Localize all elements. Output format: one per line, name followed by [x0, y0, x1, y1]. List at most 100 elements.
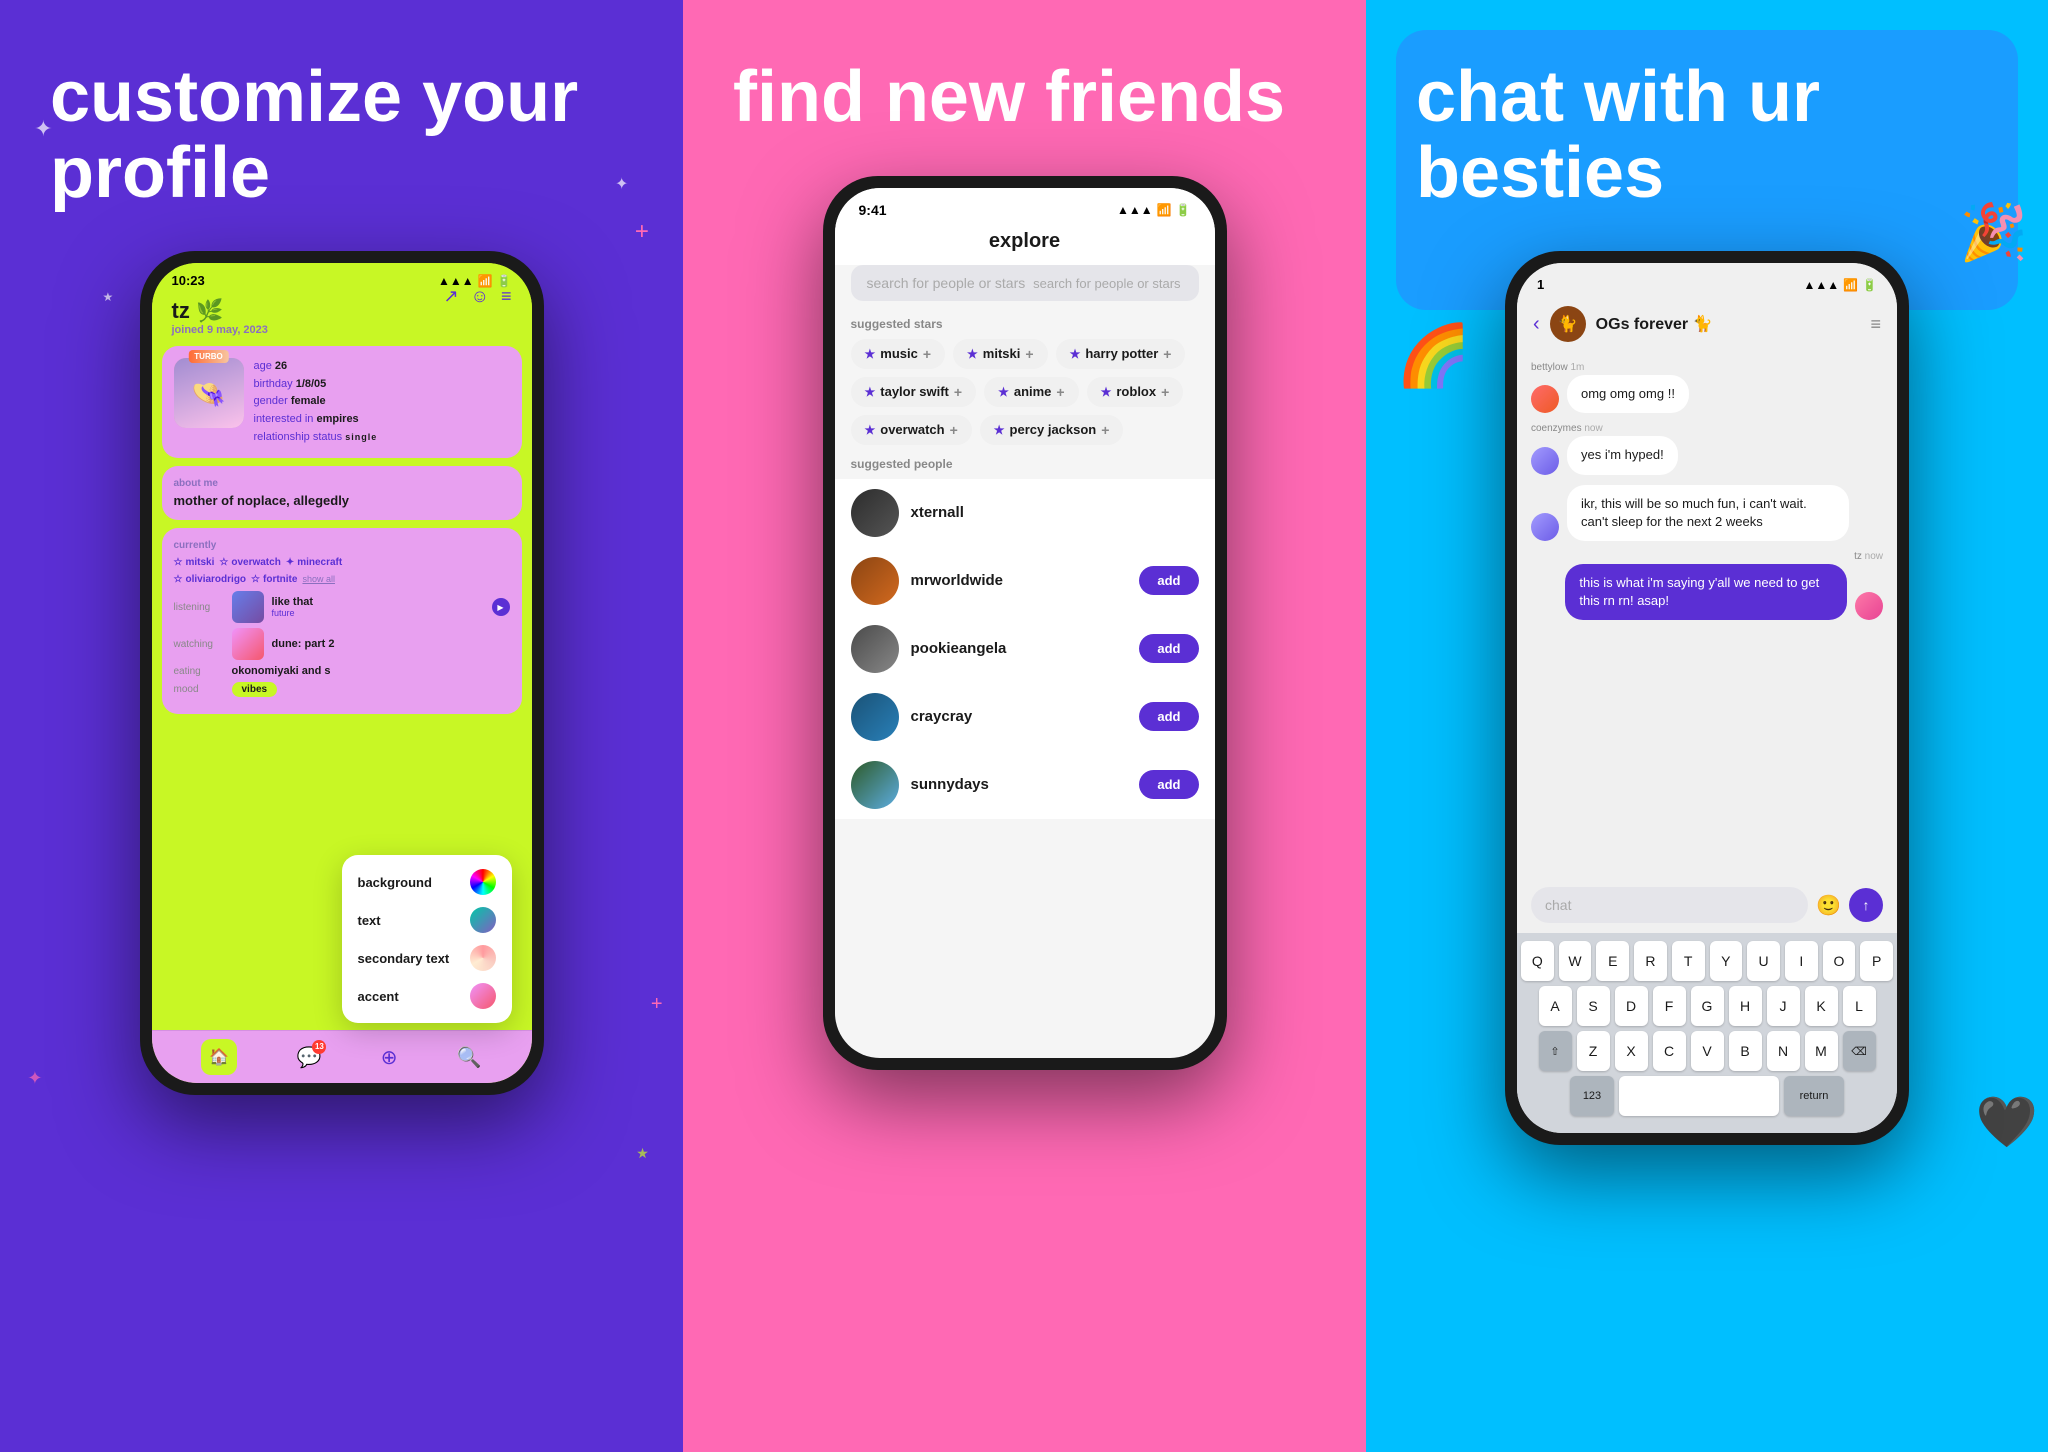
currently-label: currently: [174, 540, 510, 551]
play-button[interactable]: ▶: [492, 598, 510, 616]
star-sym-ts: ★: [865, 385, 876, 399]
tag-mitski-label: mitski: [983, 346, 1021, 361]
key-r[interactable]: R: [1634, 941, 1667, 981]
key-e[interactable]: E: [1596, 941, 1629, 981]
tag-olivia[interactable]: ☆ oliviarodrigo: [174, 574, 247, 585]
msg-bubble-coenzymes-2: ikr, this will be so much fun, i can't w…: [1567, 485, 1849, 541]
key-d[interactable]: D: [1615, 986, 1648, 1026]
key-shift[interactable]: ⇧: [1539, 1031, 1572, 1071]
tag-fortnite[interactable]: ☆ fortnite: [251, 574, 297, 585]
color-row-background[interactable]: background: [358, 869, 496, 895]
tag-harry-potter[interactable]: ★ harry potter +: [1056, 339, 1186, 369]
phone1-joined: joined 9 may, 2023: [172, 324, 512, 336]
phone3-signal-icon: ▲▲▲: [1803, 278, 1839, 292]
tag-music[interactable]: ★ music +: [851, 339, 946, 369]
key-t[interactable]: T: [1672, 941, 1705, 981]
add-button-craycray[interactable]: add: [1139, 702, 1198, 731]
key-return[interactable]: return: [1784, 1076, 1844, 1116]
tag-mitski[interactable]: ★ mitski +: [953, 339, 1048, 369]
person-name-sunnydays: sunnydays: [911, 776, 1128, 793]
phone1-username: tz 🌿: [172, 298, 224, 324]
key-h[interactable]: H: [1729, 986, 1762, 1026]
key-o[interactable]: O: [1823, 941, 1856, 981]
key-b[interactable]: B: [1729, 1031, 1762, 1071]
color-swatch-background[interactable]: [470, 869, 496, 895]
show-all-link[interactable]: show all: [302, 574, 335, 585]
key-s[interactable]: S: [1577, 986, 1610, 1026]
tag-taylor-swift[interactable]: ★ taylor swift +: [851, 377, 977, 407]
tag-mitski[interactable]: ☆ mitski: [174, 557, 215, 568]
tag-percy-jackson[interactable]: ★ percy jackson +: [980, 415, 1124, 445]
color-row-secondary[interactable]: secondary text: [358, 945, 496, 971]
send-button[interactable]: ↑: [1849, 888, 1883, 922]
color-swatch-secondary[interactable]: [470, 945, 496, 971]
color-swatch-accent[interactable]: [470, 983, 496, 1009]
currently-tags-2: ☆ oliviarodrigo ☆ fortnite show all: [174, 574, 510, 585]
key-k[interactable]: K: [1805, 986, 1838, 1026]
key-c[interactable]: C: [1653, 1031, 1686, 1071]
key-x[interactable]: X: [1615, 1031, 1648, 1071]
key-f[interactable]: F: [1653, 986, 1686, 1026]
color-row-accent[interactable]: accent: [358, 983, 496, 1009]
menu-icon[interactable]: ≡: [501, 286, 512, 307]
listening-thumb: [232, 591, 264, 623]
color-swatch-text[interactable]: [470, 907, 496, 933]
profile-avatar[interactable]: TURBO 👒: [174, 358, 244, 428]
add-button-mrworldwide[interactable]: add: [1139, 566, 1198, 595]
phone1-screen: 10:23 ▲▲▲ 📶 🔋 tz 🌿 ↗ ☺ ≡: [152, 263, 532, 1083]
msg-meta-coenzymes: coenzymes now: [1531, 423, 1883, 434]
eating-row: eating okonomiyaki and s: [174, 665, 510, 677]
nav-add-icon[interactable]: ⊕: [381, 1045, 398, 1070]
chat-input-box[interactable]: chat: [1531, 887, 1808, 923]
share-icon[interactable]: ↗: [444, 286, 459, 307]
search-bar[interactable]: search for people or stars search for pe…: [851, 265, 1199, 301]
tag-roblox[interactable]: ★ roblox +: [1087, 377, 1184, 407]
tag-overwatch[interactable]: ★ overwatch +: [851, 415, 972, 445]
smiley-icon[interactable]: ☺: [471, 286, 489, 307]
key-l[interactable]: L: [1843, 986, 1876, 1026]
keyboard: Q W E R T Y U I O P A S D: [1517, 933, 1897, 1133]
key-p[interactable]: P: [1860, 941, 1893, 981]
phone3-content: 1 ▲▲▲ 📶 🔋 ‹ 🐈 OGs forever 🐈 ≡: [1517, 263, 1897, 1133]
profile-age: 26: [275, 360, 287, 372]
chat-menu-icon[interactable]: ≡: [1870, 314, 1881, 335]
key-u[interactable]: U: [1747, 941, 1780, 981]
avatar-coenzymes-2: [1531, 513, 1559, 541]
listening-artist: future: [272, 608, 314, 618]
rainbow-emoji: 🌈: [1396, 320, 1471, 391]
phone1-header: tz 🌿 ↗ ☺ ≡ joined 9 may, 2023: [152, 293, 532, 346]
star-3: ★: [102, 290, 113, 304]
back-arrow-icon[interactable]: ‹: [1533, 313, 1540, 336]
key-w[interactable]: W: [1559, 941, 1592, 981]
msg-group-tz: tz now this is what i'm saying y'all we …: [1531, 551, 1883, 620]
phone3-wifi-icon: 📶: [1843, 278, 1858, 292]
key-j[interactable]: J: [1767, 986, 1800, 1026]
suggested-people-label: suggested people: [835, 457, 1215, 479]
tag-overwatch[interactable]: ☆ overwatch: [219, 557, 280, 568]
tag-minecraft[interactable]: ✦ minecraft: [286, 557, 342, 568]
key-n[interactable]: N: [1767, 1031, 1800, 1071]
key-m[interactable]: M: [1805, 1031, 1838, 1071]
add-button-pookieangela[interactable]: add: [1139, 634, 1198, 663]
key-i[interactable]: I: [1785, 941, 1818, 981]
tag-anime[interactable]: ★ anime +: [984, 377, 1079, 407]
star-5: ★: [636, 1145, 649, 1162]
key-z[interactable]: Z: [1577, 1031, 1610, 1071]
key-space[interactable]: [1619, 1076, 1779, 1116]
nav-search-icon[interactable]: 🔍: [457, 1045, 482, 1070]
person-name-pookieangela: pookieangela: [911, 640, 1128, 657]
key-v[interactable]: V: [1691, 1031, 1724, 1071]
emoji-button[interactable]: 🙂: [1816, 893, 1841, 918]
key-q[interactable]: Q: [1521, 941, 1554, 981]
key-g[interactable]: G: [1691, 986, 1724, 1026]
add-button-sunnydays[interactable]: add: [1139, 770, 1198, 799]
key-a[interactable]: A: [1539, 986, 1572, 1026]
phone3-time: 1: [1537, 277, 1544, 292]
key-backspace[interactable]: ⌫: [1843, 1031, 1876, 1071]
nav-home[interactable]: 🏠: [201, 1039, 237, 1075]
key-123[interactable]: 123: [1570, 1076, 1614, 1116]
key-y[interactable]: Y: [1710, 941, 1743, 981]
watching-label: watching: [174, 639, 224, 650]
color-row-text[interactable]: text: [358, 907, 496, 933]
color-picker-dropdown[interactable]: background text secondary text acce: [342, 855, 512, 1023]
